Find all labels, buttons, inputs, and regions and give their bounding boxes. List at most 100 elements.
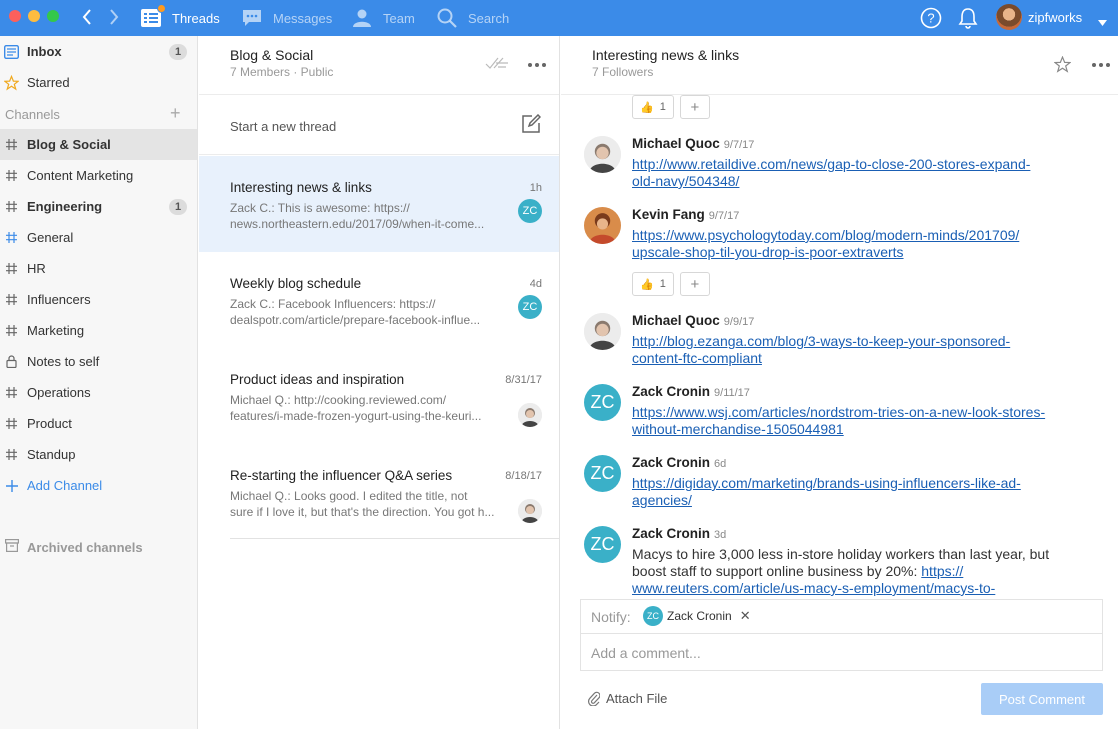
bell-icon[interactable] (956, 6, 980, 30)
notify-recipient-name: Zack Cronin (667, 609, 732, 623)
thread-time: 8/31/17 (505, 374, 542, 386)
sidebar-item-product[interactable]: Product (0, 408, 197, 439)
hash-icon (4, 137, 19, 152)
sidebar-item-label: HR (27, 261, 46, 276)
thread-item[interactable]: Interesting news & links 1h Zack C.: Thi… (199, 156, 559, 252)
window-minimize-button[interactable] (28, 10, 40, 22)
nav-threads-label: Threads (172, 10, 220, 26)
message-author: Zack Cronin 3d (632, 526, 726, 541)
link-line: http://www.retaildive.com/news/gap-to-cl… (632, 156, 1031, 172)
sidebar-item-hr[interactable]: HR (0, 253, 197, 284)
message-link[interactable]: www.reuters.com/article/us-macy-s-employ… (632, 580, 995, 596)
reaction-count: 1 (659, 278, 666, 290)
add-channel-plus-icon[interactable]: + (170, 104, 181, 122)
sidebar-item-marketing[interactable]: Marketing (0, 315, 197, 346)
message-author: Michael Quoc 9/7/17 (632, 136, 754, 151)
message-link[interactable]: http://www.retaildive.com/news/gap-to-cl… (632, 156, 1030, 189)
nav-team-label: Team (383, 10, 415, 26)
avatar: ZC (518, 199, 542, 223)
remove-recipient-icon[interactable]: ✕ (740, 608, 751, 624)
add-channel-button[interactable]: Add Channel (0, 470, 197, 501)
thread-detail-title: Interesting news & links (592, 47, 740, 63)
sidebar-item-engineering[interactable]: Engineering 1 (0, 191, 197, 222)
nav-search-label: Search (468, 10, 510, 26)
sidebar-item-content-marketing[interactable]: Content Marketing (0, 160, 197, 191)
message-time: 3d (714, 529, 727, 541)
more-options-icon[interactable] (528, 63, 546, 67)
sidebar-item-blog-social[interactable]: Blog & Social (0, 129, 197, 160)
add-reaction-button[interactable]: + (679, 272, 710, 296)
thumbs-up-reaction[interactable]: 👍 1 (632, 95, 674, 119)
threads-pane: Blog & Social 7 Members · Public Start a… (199, 36, 560, 729)
nav-team[interactable]: Team (351, 0, 415, 36)
thread-preview-line: dealspotr.com/article/prepare-facebook-i… (230, 313, 481, 327)
hash-icon (4, 168, 19, 183)
nav-messages[interactable]: Messages (241, 0, 332, 36)
attach-file-button[interactable]: Attach File (588, 690, 667, 706)
add-channel-label: Add Channel (27, 478, 103, 493)
message-link[interactable]: https://www.psychologytoday.com/blog/mod… (632, 227, 1019, 260)
thread-title: Interesting news & links (230, 180, 372, 195)
sidebar-item-general[interactable]: General (0, 222, 197, 253)
nav-threads[interactable]: Threads (140, 0, 220, 36)
sidebar-item-operations[interactable]: Operations (0, 377, 197, 408)
nav-search[interactable]: Search (436, 0, 509, 36)
window-close-button[interactable] (9, 10, 21, 22)
message-body: https://digiday.com/marketing/brands-usi… (632, 475, 1072, 509)
message-link[interactable]: https://www.wsj.com/articles/nordstrom-t… (632, 404, 1045, 437)
thumbs-up-icon: 👍 (640, 278, 654, 291)
message-author: Michael Quoc 9/9/17 (632, 313, 754, 328)
back-arrow-icon[interactable] (79, 6, 95, 28)
mark-read-icon[interactable] (485, 56, 509, 73)
comment-input[interactable]: Add a comment... (580, 633, 1103, 671)
notify-recipient-chip[interactable]: ZC Zack Cronin ✕ (643, 606, 751, 626)
notify-field[interactable]: Notify: ZC Zack Cronin ✕ (580, 599, 1103, 633)
hash-icon (4, 230, 19, 245)
nav-messages-label: Messages (273, 10, 333, 26)
post-comment-button[interactable]: Post Comment (981, 683, 1103, 715)
new-thread-label: Start a new thread (230, 119, 337, 134)
message-link[interactable]: http://blog.ezanga.com/blog/3-ways-to-ke… (632, 333, 1010, 366)
author-name: Kevin Fang (632, 207, 705, 222)
avatar: ZC (584, 384, 621, 421)
user-name[interactable]: zipfworks (1028, 10, 1082, 25)
message-text: boost staff to support online business b… (632, 563, 922, 579)
more-options-icon[interactable] (1092, 63, 1110, 67)
sidebar-item-label: Standup (27, 447, 76, 462)
thread-item[interactable]: Product ideas and inspiration 8/31/17 Mi… (199, 348, 559, 444)
message-time: 6d (714, 458, 727, 470)
top-bar: Threads Messages Team Search ? zipfworks (0, 0, 1118, 36)
user-avatar[interactable] (996, 4, 1022, 30)
archived-channels-link[interactable]: Archived channels (27, 540, 143, 555)
thumbs-up-icon: 👍 (640, 101, 654, 114)
hash-icon (4, 292, 19, 307)
add-reaction-button[interactable]: + (679, 95, 710, 119)
hash-icon (4, 447, 19, 462)
help-icon[interactable]: ? (919, 6, 943, 30)
archive-icon (5, 539, 20, 555)
hash-icon (4, 199, 19, 214)
star-icon[interactable] (1053, 55, 1072, 76)
compose-icon[interactable] (521, 113, 542, 137)
notify-label: Notify: (591, 609, 631, 625)
new-thread-row[interactable]: Start a new thread (199, 96, 559, 155)
thread-item[interactable]: Re-starting the influencer Q&A series 8/… (199, 444, 559, 540)
message-link[interactable]: https://digiday.com/marketing/brands-usi… (632, 475, 1021, 508)
message-link[interactable]: https:// (921, 563, 963, 579)
thread-time: 4d (529, 278, 542, 290)
chevron-down-icon[interactable] (1098, 14, 1107, 29)
sidebar-item-starred[interactable]: Starred (0, 67, 197, 98)
avatar (584, 136, 621, 173)
forward-arrow-icon[interactable] (106, 6, 122, 28)
window-zoom-button[interactable] (47, 10, 59, 22)
channel-subtitle: 7 Members · Public (230, 65, 334, 79)
sidebar-item-standup[interactable]: Standup (0, 439, 197, 470)
thumbs-up-reaction[interactable]: 👍 1 (632, 272, 674, 296)
sidebar-item-inbox[interactable]: Inbox 1 (0, 36, 197, 67)
sidebar-item-influencers[interactable]: Influencers (0, 284, 197, 315)
thread-preview-line: Michael Q.: http://cooking.reviewed.com/ (230, 393, 447, 407)
sidebar-item-notes-to-self[interactable]: Notes to self (0, 346, 197, 377)
messages-icon (241, 7, 263, 29)
thread-preview-line: news.northeastern.edu/2017/09/when-it-co… (230, 217, 485, 231)
thread-item[interactable]: Weekly blog schedule 4d Zack C.: Faceboo… (199, 252, 559, 348)
